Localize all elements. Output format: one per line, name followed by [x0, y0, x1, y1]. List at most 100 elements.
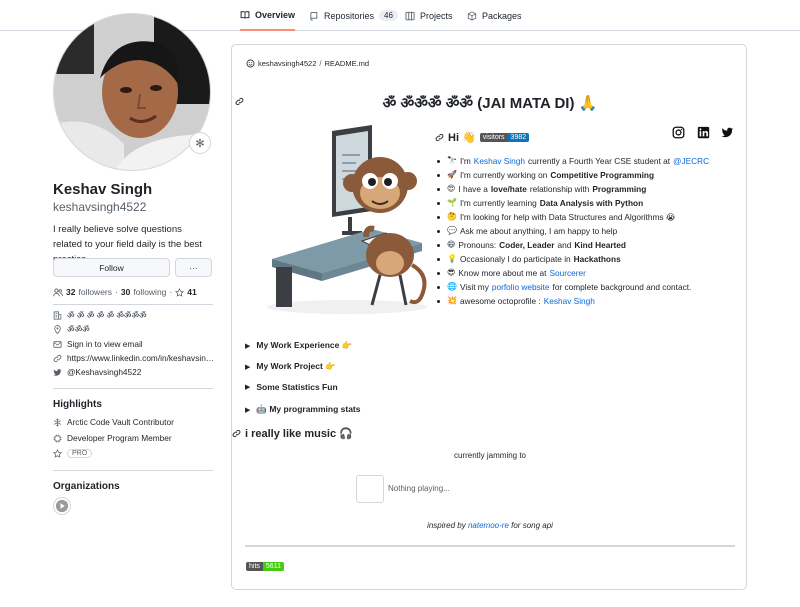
- readme-hi-heading: Hi 👋 visitors 3982: [435, 131, 530, 144]
- inspired-by-line: inspired by natemoo-re for song api: [232, 521, 746, 530]
- tab-projects-label: Projects: [420, 10, 453, 21]
- bullet-text: Pronouns:: [458, 240, 497, 250]
- list-item: 🔭 I'm Keshav Singh currently a Fourth Yea…: [437, 154, 737, 168]
- hi-text: Hi 👋: [448, 132, 476, 144]
- highlight-dev-program: Developer Program Member: [53, 433, 172, 443]
- bullet-emoji: 💥: [447, 296, 457, 305]
- keshav-singh-link[interactable]: Keshav Singh: [474, 154, 525, 168]
- dot-separator: ·: [169, 287, 173, 297]
- bullet-text: and: [557, 240, 572, 250]
- star-icon: [53, 449, 62, 458]
- readme-title: ॐ ॐॐॐ ॐॐ (JAI MATA DI) 🙏: [382, 95, 598, 112]
- details-label[interactable]: 🤖 My programming stats: [256, 404, 360, 415]
- linkedin-icon[interactable]: [697, 126, 710, 139]
- cpu-icon: [53, 434, 62, 442]
- table-icon: [405, 11, 415, 20]
- follow-button[interactable]: Follow: [53, 258, 170, 277]
- list-item: 🌐 Visit my porfolio website for complete …: [437, 280, 737, 294]
- following-count[interactable]: 30: [121, 287, 130, 297]
- vcard-email[interactable]: Sign in to view email: [53, 339, 143, 349]
- vcard-twitter-text[interactable]: @Keshavsingh4522: [67, 367, 141, 377]
- bullet-text: currently a Fourth Year CSE student at: [527, 156, 671, 166]
- details-work-project[interactable]: ▶ My Work Project 👉: [245, 361, 336, 372]
- link-icon: [53, 354, 62, 362]
- twitter-icon: [53, 368, 62, 376]
- instagram-icon[interactable]: [672, 126, 685, 139]
- more-options-button[interactable]: ···: [175, 258, 212, 277]
- bullet-bold: Data Analysis with Python: [539, 198, 644, 208]
- jecrc-link[interactable]: @JECRC: [673, 154, 709, 168]
- bullet-bold: Hackathons: [573, 254, 621, 264]
- highlight-dev-program-text: Developer Program Member: [67, 433, 172, 443]
- bullet-emoji: 🤔: [447, 212, 457, 221]
- bullet-emoji: 🌐: [447, 282, 457, 291]
- smiley-icon: [246, 59, 255, 68]
- followers-count[interactable]: 32: [66, 287, 75, 297]
- bullet-emoji: 💬: [447, 226, 457, 235]
- tab-repositories[interactable]: Repositories 46: [309, 0, 398, 31]
- sourcerer-link[interactable]: Sourcerer: [549, 266, 585, 280]
- tab-packages[interactable]: Packages: [467, 0, 522, 31]
- bullet-text: I'm currently learning: [459, 198, 537, 208]
- highlights-title: Highlights: [53, 399, 102, 410]
- visitors-badge-count: 3982: [507, 133, 530, 142]
- visitors-badge: visitors 3982: [479, 133, 530, 142]
- stars-count[interactable]: 41: [187, 287, 196, 297]
- vcard-website-text[interactable]: https://www.linkedin.com/in/keshavsin…: [67, 353, 214, 363]
- vcard-website[interactable]: https://www.linkedin.com/in/keshavsin…: [53, 353, 214, 363]
- bullet-text: I'm: [459, 156, 471, 166]
- bullet-bold: Programming: [592, 184, 647, 194]
- bullet-emoji: 🚀: [447, 170, 457, 179]
- readme-path-file[interactable]: README.md: [324, 59, 369, 68]
- bullet-emoji: 😍: [447, 184, 456, 193]
- details-label[interactable]: My Work Project 👉: [256, 361, 335, 372]
- list-item: 💬 Ask me about anything, I am happy to he…: [437, 224, 737, 238]
- book-icon: [240, 10, 250, 19]
- readme-path: keshavsingh4522 / README.md: [246, 59, 369, 68]
- natemoo-re-link[interactable]: natemoo-re: [468, 521, 509, 530]
- location-icon: [54, 325, 61, 334]
- vcard-email-text[interactable]: Sign in to view email: [67, 339, 143, 349]
- bullet-text: awesome octoprofile :: [459, 296, 541, 306]
- profile-login: keshavsingh4522: [53, 200, 147, 214]
- twitter-icon[interactable]: [721, 126, 734, 139]
- octoprofile-link[interactable]: Keshav Singh: [544, 294, 595, 308]
- followers-label[interactable]: followers: [78, 287, 112, 297]
- status-emoji[interactable]: ✻: [189, 132, 211, 154]
- following-label[interactable]: following: [133, 287, 166, 297]
- vcard-twitter[interactable]: @Keshavsingh4522: [53, 367, 141, 377]
- list-item: 😎 Know more about me at Sourcerer: [437, 266, 737, 280]
- bullet-bold: Competitive Programming: [550, 170, 655, 180]
- disclosure-triangle-icon: ▶: [245, 363, 251, 371]
- portfolio-link[interactable]: porfolio website: [492, 280, 550, 294]
- highlight-arctic: Arctic Code Vault Contributor: [53, 417, 174, 427]
- list-item: 😍 I have a love/hate relationship with Pr…: [437, 182, 737, 196]
- link-anchor-icon[interactable]: [435, 133, 444, 142]
- vcard-company-text: ॐ ॐ ॐ ॐ ॐ ॐॐॐॐ: [67, 310, 147, 320]
- readme-path-separator: /: [319, 59, 322, 68]
- tab-projects[interactable]: Projects: [405, 0, 453, 31]
- avatar[interactable]: [53, 13, 211, 171]
- now-playing-cover[interactable]: [356, 475, 384, 503]
- follow-stats: 32 followers · 30 following · 41: [53, 287, 197, 297]
- bullet-text: Visit my: [459, 282, 489, 292]
- now-playing-text: Nothing playing...: [388, 484, 450, 493]
- disclosure-triangle-icon: ▶: [245, 342, 251, 350]
- bullet-text: I'm looking for help with Data Structure…: [459, 212, 676, 222]
- organization-avatar[interactable]: [53, 497, 71, 515]
- repositories-count: 46: [379, 10, 398, 21]
- music-heading-text: i really like music 🎧: [245, 428, 353, 440]
- tab-overview[interactable]: Overview: [240, 0, 296, 31]
- monkey-coding-illustration: [267, 125, 427, 314]
- readme-path-user[interactable]: keshavsingh4522: [258, 59, 316, 68]
- details-statistics[interactable]: ▶ Some Statistics Fun: [245, 382, 338, 392]
- mail-icon: [53, 340, 62, 348]
- details-label[interactable]: My Work Experience 👉: [256, 340, 352, 351]
- highlight-arctic-text: Arctic Code Vault Contributor: [67, 417, 174, 427]
- details-work-experience[interactable]: ▶ My Work Experience 👉: [245, 340, 352, 351]
- details-programming-stats[interactable]: ▶ 🤖 My programming stats: [245, 404, 361, 415]
- details-label[interactable]: Some Statistics Fun: [256, 382, 337, 392]
- organization-icon: [53, 311, 62, 320]
- link-anchor-icon[interactable]: [232, 429, 241, 438]
- organizations-title: Organizations: [53, 481, 120, 492]
